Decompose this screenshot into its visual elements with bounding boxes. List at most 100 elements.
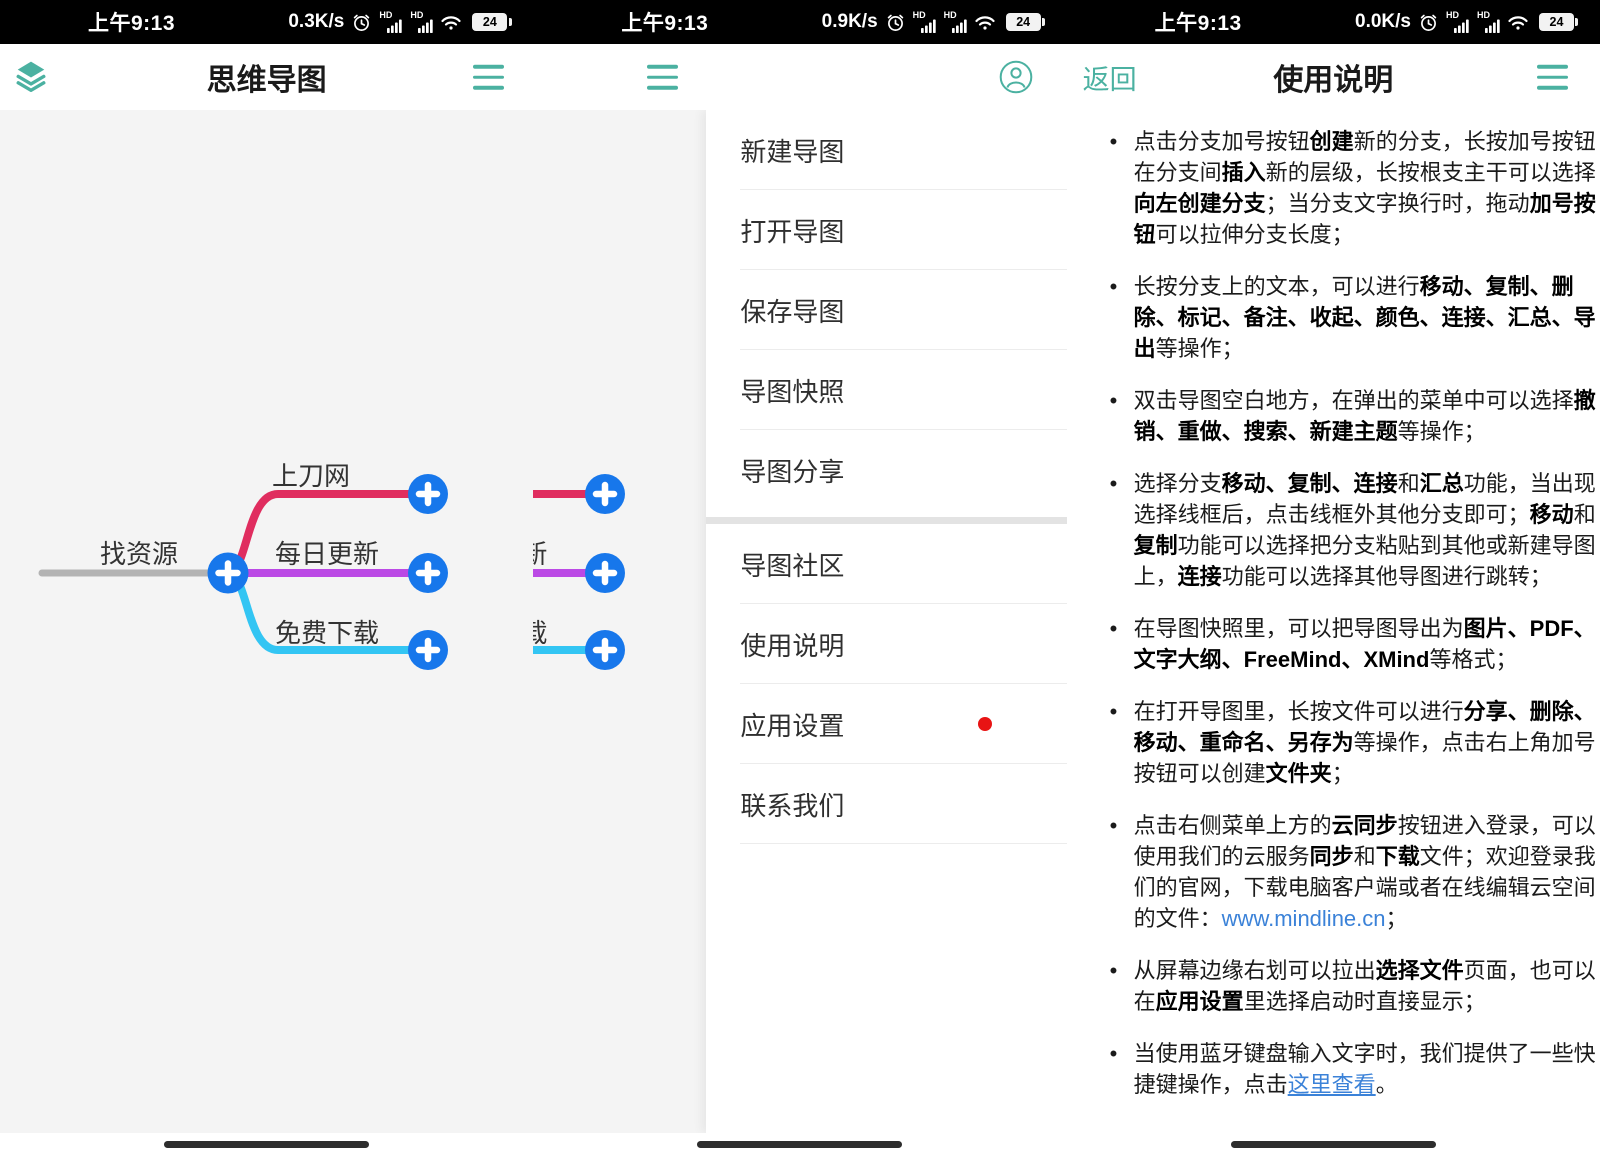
instruction-bullet: 选择分支移动、复制、连接和汇总功能，当出现选择线框后，点击线框外其他分支即可；移… (1134, 468, 1598, 592)
page-title: 使用说明 (1273, 55, 1393, 99)
instructions-panel: 点击分支加号按钮创建新的分支，长按加号按钮在分支间插入新的层级，长按根支主干可以… (1067, 110, 1600, 1133)
menu-item-map-share[interactable]: 导图分享 (706, 430, 1066, 510)
add-branch-button-top[interactable] (585, 474, 625, 514)
bullet-text-bold: 汇总 (1420, 471, 1464, 496)
add-branch-button-top[interactable] (408, 474, 448, 514)
bullet-text: 。 (1376, 1072, 1398, 1097)
bullet-text: 功能可以选择其他导图进行跳转； (1222, 564, 1552, 589)
menu-item-label: 保存导图 (740, 292, 844, 329)
side-menu-drawer: 新建导图 打开导图 保存导图 导图快照 导图分享 导图社区 使用说明 应用设置 … (706, 110, 1066, 1133)
inline-link[interactable]: www.mindline.cn (1222, 906, 1386, 931)
menu-icon[interactable] (647, 65, 678, 90)
bullet-text-bold: 创建 (1310, 129, 1354, 154)
status-bar: 上午9:13 0.9K/s HD HD 24 (533, 0, 1066, 44)
wifi-icon (1508, 15, 1528, 30)
home-indicator[interactable] (697, 1141, 902, 1148)
menu-icon[interactable] (1537, 65, 1568, 90)
menu-item-save-map[interactable]: 保存导图 (706, 270, 1066, 350)
node-label-bottom-fragment: 载 (533, 613, 547, 650)
app-header: 返回 使用说明 (1067, 44, 1600, 110)
wifi-icon (441, 15, 461, 30)
status-time: 上午9:13 (621, 7, 708, 37)
bullet-text-bold: 连接 (1178, 564, 1222, 589)
network-speed: 0.0K/s (1355, 11, 1411, 33)
status-bar: 上午9:13 0.3K/s HD HD 24 (0, 0, 533, 44)
instruction-bullet: 点击分支加号按钮创建新的分支，长按加号按钮在分支间插入新的层级，长按根支主干可以… (1134, 126, 1598, 250)
bullet-text: 新的层级，长按根支主干可以选择 (1266, 160, 1596, 185)
bullet-text: 等操作； (1398, 419, 1486, 444)
menu-item-label: 导图快照 (740, 372, 844, 409)
instruction-bullet: 点击右侧菜单上方的云同步按钮进入登录，可以使用我们的云服务同步和下载文件；欢迎登… (1134, 810, 1598, 934)
status-icons: 0.3K/s HD HD 24 (288, 11, 507, 33)
mindmap-canvas-partial[interactable]: 新 载 新建导图 打开导图 保存导图 导图快照 导图分享 导图社区 使用说明 应… (533, 110, 1066, 1133)
menu-item-map-community[interactable]: 导图社区 (706, 524, 1066, 604)
menu-item-label: 新建导图 (740, 132, 844, 169)
menu-item-new-map[interactable]: 新建导图 (706, 110, 1066, 190)
alarm-icon (352, 13, 371, 32)
bullet-text-bold: 下载 (1376, 844, 1420, 869)
battery-icon: 24 (1539, 13, 1574, 31)
gesture-bar-area (0, 1133, 533, 1156)
bullet-text: 双击导图空白地方，在弹出的菜单中可以选择 (1134, 388, 1574, 413)
add-branch-button-mid[interactable] (408, 553, 448, 593)
home-indicator[interactable] (1231, 1141, 1436, 1148)
instruction-bullet: 当使用蓝牙键盘输入文字时，我们提供了一些快捷键操作，点击这里查看。 (1134, 1038, 1598, 1100)
bullet-text: 可以拉伸分支长度； (1156, 222, 1354, 247)
menu-item-contact-us[interactable]: 联系我们 (706, 764, 1066, 844)
add-branch-button-bottom[interactable] (585, 630, 625, 670)
add-branch-button-bottom[interactable] (408, 630, 448, 670)
menu-item-usage-help[interactable]: 使用说明 (706, 604, 1066, 684)
bullet-text: 点击右侧菜单上方的 (1134, 813, 1332, 838)
bullet-text: 点击分支加号按钮 (1134, 129, 1310, 154)
mindmap-graph (0, 110, 533, 1133)
add-branch-button-root[interactable] (208, 553, 249, 594)
bullet-text-bold: 同步 (1310, 844, 1354, 869)
signal-icon-sim2: HD (410, 11, 433, 33)
node-label-mid[interactable]: 每日更新 (275, 534, 379, 571)
signal-icon-sim1: HD (379, 11, 402, 33)
add-branch-button-mid[interactable] (585, 553, 625, 593)
bullet-text: 长按分支上的文本，可以进行 (1134, 274, 1420, 299)
inline-link[interactable]: 这里查看 (1288, 1072, 1376, 1097)
signal-icon-sim2: HD (1477, 11, 1500, 33)
instruction-bullet: 双击导图空白地方，在弹出的菜单中可以选择撤销、重做、搜索、新建主题等操作； (1134, 385, 1598, 447)
menu-item-app-settings[interactable]: 应用设置 (706, 684, 1066, 764)
alarm-icon (1419, 13, 1438, 32)
menu-group-divider (706, 517, 1066, 524)
menu-item-map-snapshot[interactable]: 导图快照 (706, 350, 1066, 430)
bullet-text: 在导图快照里，可以把导图导出为 (1134, 616, 1464, 641)
notification-dot (978, 717, 992, 731)
node-label-bottom[interactable]: 免费下载 (275, 613, 379, 650)
node-label-top[interactable]: 上刀网 (272, 456, 350, 493)
account-icon[interactable] (999, 60, 1033, 94)
network-speed: 0.3K/s (288, 11, 344, 33)
instruction-bullet: 在导图快照里，可以把导图导出为图片、PDF、文字大纲、FreeMind、XMin… (1134, 613, 1598, 675)
bullet-text: 等格式； (1429, 647, 1517, 672)
menu-item-label: 使用说明 (740, 626, 844, 663)
layers-icon[interactable] (14, 60, 48, 94)
status-time: 上午9:13 (88, 7, 175, 37)
signal-icon-sim1: HD (1446, 11, 1469, 33)
menu-item-open-map[interactable]: 打开导图 (706, 190, 1066, 270)
mindmap-canvas[interactable]: 找资源 上刀网 每日更新 免费下载 (0, 110, 533, 1133)
home-indicator[interactable] (164, 1141, 369, 1148)
bullet-text: 等操作； (1156, 336, 1244, 361)
bullet-text-bold: 复制 (1134, 533, 1178, 558)
bullet-text-bold: 应用设置 (1156, 989, 1244, 1014)
gesture-bar-area (1067, 1133, 1600, 1156)
node-label-root[interactable]: 找资源 (100, 534, 178, 571)
page-title: 思维导图 (207, 55, 327, 99)
back-button[interactable]: 返回 (1083, 58, 1137, 97)
bullet-text: 在打开导图里，长按文件可以进行 (1134, 699, 1464, 724)
bullet-text: 里选择启动时直接显示； (1244, 989, 1486, 1014)
status-time: 上午9:13 (1155, 7, 1242, 37)
instruction-bullet: 从屏幕边缘右划可以拉出选择文件页面，也可以在应用设置里选择启动时直接显示； (1134, 955, 1598, 1017)
bullet-text-bold: 移动 (1530, 502, 1574, 527)
bullet-text: ；当分支文字换行时，拖动 (1266, 191, 1530, 216)
instruction-bullet: 长按分支上的文本，可以进行移动、复制、删除、标记、备注、收起、颜色、连接、汇总、… (1134, 271, 1598, 364)
menu-icon[interactable] (473, 65, 504, 90)
bullet-text: 和 (1354, 844, 1376, 869)
instruction-bullet: 在打开导图里，长按文件可以进行分享、删除、移动、重命名、另存为等操作，点击右上角… (1134, 696, 1598, 789)
menu-item-label: 打开导图 (740, 212, 844, 249)
bullet-text-bold: 移动、复制、连接 (1222, 471, 1398, 496)
